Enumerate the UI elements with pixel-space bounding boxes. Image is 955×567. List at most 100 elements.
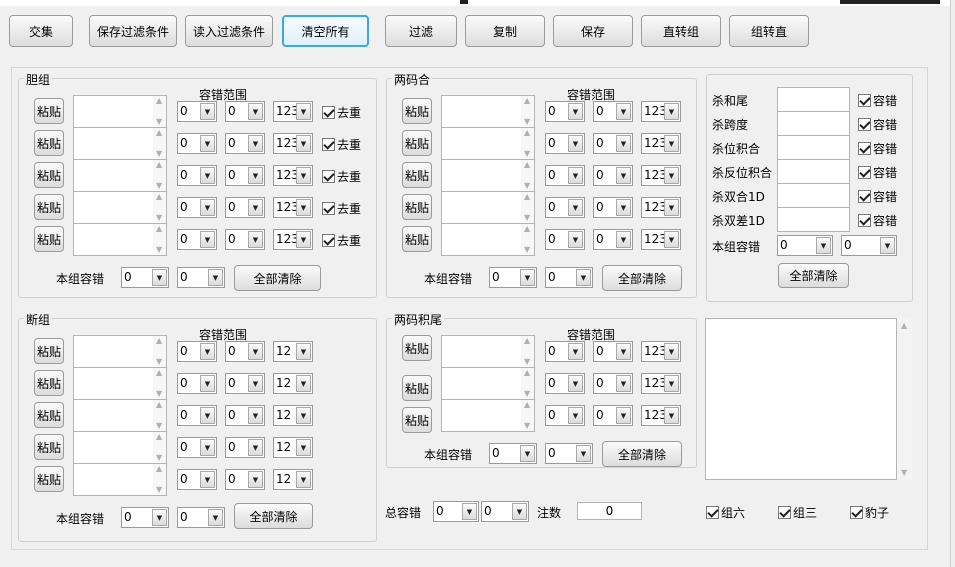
dan-paste-button-2[interactable]: 粘贴 [34, 130, 64, 156]
lma-paste-button-5[interactable]: 粘贴 [402, 226, 432, 252]
lmj-tolerance-max-combo[interactable]: 0 ▼ [545, 443, 593, 464]
lmj-max-combo-3[interactable]: 0 ▼ [593, 405, 633, 426]
duan-paste-button-4[interactable]: 粘贴 [34, 434, 64, 460]
lmj-min-combo-2[interactable]: 0 ▼ [545, 373, 585, 394]
kill-tolerance-min-combo[interactable]: 0 ▼ [777, 235, 833, 256]
save-filter-button[interactable]: 保存过滤条件 [89, 15, 177, 47]
zu6-checkbox[interactable]: 组六 [706, 504, 745, 520]
lma-pos-combo-1[interactable]: 123 ▼ [641, 101, 681, 122]
lma-max-combo-4[interactable]: 0 ▼ [593, 197, 633, 218]
lma-pos-combo-3[interactable]: 123 ▼ [641, 165, 681, 186]
lma-pos-combo-5[interactable]: 123 ▼ [641, 229, 681, 250]
kill-input-4[interactable] [777, 159, 850, 184]
duan-input-5[interactable]: ▲ ▼ [73, 463, 167, 496]
dan-input-1[interactable]: ▲ ▼ [73, 95, 167, 128]
lmj-paste-button-3[interactable]: 粘贴 [402, 407, 432, 433]
lma-min-combo-4[interactable]: 0 ▼ [545, 197, 585, 218]
lma-paste-button-2[interactable]: 粘贴 [402, 130, 432, 156]
kill-tol-checkbox-5[interactable]: 容错 [858, 188, 897, 204]
baozi-checkbox[interactable]: 豹子 [850, 504, 889, 520]
lmj-pos-combo-3[interactable]: 123 ▼ [641, 405, 681, 426]
dan-max-combo-2[interactable]: 0 ▼ [225, 133, 265, 154]
duan-tolerance-min-combo[interactable]: 0 ▼ [121, 507, 169, 528]
dan-clear-all-button[interactable]: 全部清除 [234, 265, 321, 291]
kill-tol-checkbox-6[interactable]: 容错 [858, 212, 897, 228]
lma-pos-combo-2[interactable]: 123 ▼ [641, 133, 681, 154]
dan-max-combo-3[interactable]: 0 ▼ [225, 165, 265, 186]
dan-input-5[interactable]: ▲ ▼ [73, 223, 167, 256]
lma-tolerance-max-combo[interactable]: 0 ▼ [545, 267, 593, 288]
duan-paste-button-5[interactable]: 粘贴 [34, 466, 64, 492]
lma-input-1[interactable]: ▲ ▼ [441, 95, 535, 128]
duan-input-2[interactable]: ▲ ▼ [73, 367, 167, 400]
duan-pos-combo-4[interactable]: 12 ▼ [273, 437, 313, 458]
duan-max-combo-4[interactable]: 0 ▼ [225, 437, 265, 458]
dan-min-combo-5[interactable]: 0 ▼ [177, 229, 217, 250]
result-listbox[interactable] [705, 318, 897, 480]
dan-paste-button-5[interactable]: 粘贴 [34, 226, 64, 252]
lma-min-combo-2[interactable]: 0 ▼ [545, 133, 585, 154]
lma-clear-all-button[interactable]: 全部清除 [602, 265, 682, 291]
lma-min-combo-3[interactable]: 0 ▼ [545, 165, 585, 186]
kill-clear-all-button[interactable]: 全部清除 [778, 263, 849, 288]
kill-tol-checkbox-3[interactable]: 容错 [858, 140, 897, 156]
dan-min-combo-2[interactable]: 0 ▼ [177, 133, 217, 154]
dan-pos-combo-2[interactable]: 123 ▼ [273, 133, 313, 154]
dan-tolerance-max-combo[interactable]: 0 ▼ [177, 267, 225, 288]
lmj-min-combo-3[interactable]: 0 ▼ [545, 405, 585, 426]
dan-dedup-checkbox-2[interactable]: 去重 [322, 136, 361, 152]
dan-max-combo-5[interactable]: 0 ▼ [225, 229, 265, 250]
kill-tol-checkbox-4[interactable]: 容错 [858, 164, 897, 180]
duan-min-combo-3[interactable]: 0 ▼ [177, 405, 217, 426]
load-filter-button[interactable]: 读入过滤条件 [185, 15, 273, 47]
group-to-direct-button[interactable]: 组转直 [729, 15, 809, 47]
dan-dedup-checkbox-1[interactable]: 去重 [322, 104, 361, 120]
duan-pos-combo-1[interactable]: 12 ▼ [273, 341, 313, 362]
dan-paste-button-1[interactable]: 粘贴 [34, 98, 64, 124]
lmj-max-combo-1[interactable]: 0 ▼ [593, 341, 633, 362]
dan-min-combo-1[interactable]: 0 ▼ [177, 101, 217, 122]
duan-max-combo-5[interactable]: 0 ▼ [225, 469, 265, 490]
lma-max-combo-5[interactable]: 0 ▼ [593, 229, 633, 250]
duan-max-combo-1[interactable]: 0 ▼ [225, 341, 265, 362]
scroll-down-icon[interactable]: ▼ [901, 468, 907, 477]
kill-tol-checkbox-2[interactable]: 容错 [858, 116, 897, 132]
lma-min-combo-5[interactable]: 0 ▼ [545, 229, 585, 250]
lma-paste-button-3[interactable]: 粘贴 [402, 162, 432, 188]
kill-input-1[interactable] [777, 87, 850, 112]
duan-pos-combo-2[interactable]: 12 ▼ [273, 373, 313, 394]
intersect-button[interactable]: 交集 [9, 15, 73, 47]
scroll-up-icon[interactable]: ▲ [901, 321, 907, 330]
duan-max-combo-3[interactable]: 0 ▼ [225, 405, 265, 426]
kill-input-5[interactable] [777, 183, 850, 208]
lmj-input-3[interactable]: ▲ ▼ [441, 399, 535, 432]
lma-pos-combo-4[interactable]: 123 ▼ [641, 197, 681, 218]
duan-clear-all-button[interactable]: 全部清除 [234, 503, 313, 529]
dan-max-combo-4[interactable]: 0 ▼ [225, 197, 265, 218]
lma-tolerance-min-combo[interactable]: 0 ▼ [489, 267, 537, 288]
lma-min-combo-1[interactable]: 0 ▼ [545, 101, 585, 122]
dan-pos-combo-3[interactable]: 123 ▼ [273, 165, 313, 186]
filter-button[interactable]: 过滤 [385, 15, 457, 47]
kill-tol-checkbox-1[interactable]: 容错 [858, 92, 897, 108]
clear-all-button[interactable]: 清空所有 [282, 15, 369, 47]
dan-max-combo-1[interactable]: 0 ▼ [225, 101, 265, 122]
duan-tolerance-max-combo[interactable]: 0 ▼ [177, 507, 225, 528]
dan-input-4[interactable]: ▲ ▼ [73, 191, 167, 224]
kill-input-2[interactable] [777, 111, 850, 136]
duan-paste-button-1[interactable]: 粘贴 [34, 338, 64, 364]
copy-button[interactable]: 复制 [465, 15, 545, 47]
duan-input-1[interactable]: ▲ ▼ [73, 335, 167, 368]
dan-min-combo-3[interactable]: 0 ▼ [177, 165, 217, 186]
lmj-pos-combo-2[interactable]: 123 ▼ [641, 373, 681, 394]
lmj-min-combo-1[interactable]: 0 ▼ [545, 341, 585, 362]
lma-input-4[interactable]: ▲ ▼ [441, 191, 535, 224]
total-tolerance-min-combo[interactable]: 0 ▼ [433, 501, 479, 522]
duan-input-4[interactable]: ▲ ▼ [73, 431, 167, 464]
lma-max-combo-3[interactable]: 0 ▼ [593, 165, 633, 186]
zu3-checkbox[interactable]: 组三 [778, 504, 817, 520]
lmj-paste-button-2[interactable]: 粘贴 [402, 375, 432, 401]
dan-dedup-checkbox-3[interactable]: 去重 [322, 168, 361, 184]
kill-input-6[interactable] [777, 207, 850, 232]
lmj-pos-combo-1[interactable]: 123 ▼ [641, 341, 681, 362]
